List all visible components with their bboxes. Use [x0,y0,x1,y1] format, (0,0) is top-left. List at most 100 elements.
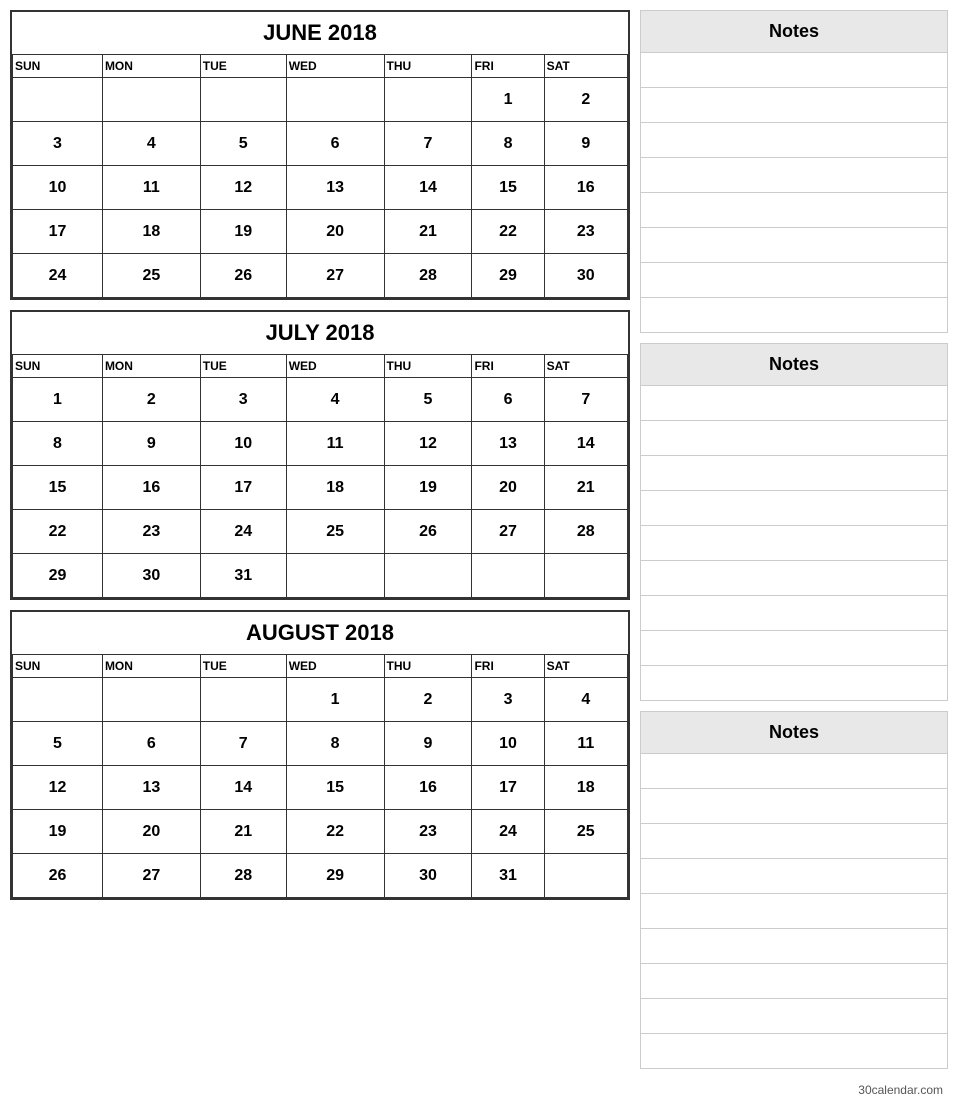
notes-line[interactable] [640,859,948,894]
day-cell: 7 [200,722,286,766]
calendar-title-july-2018: JULY 2018 [13,312,628,355]
day-cell: 2 [384,678,472,722]
day-header-tue: TUE [200,355,286,378]
day-cell: 18 [544,766,627,810]
day-cell: 10 [13,166,103,210]
notes-header-notes-june: Notes [640,10,948,53]
day-cell: 19 [200,210,286,254]
notes-line[interactable] [640,596,948,631]
day-header-sun: SUN [13,55,103,78]
notes-line[interactable] [640,666,948,701]
notes-line[interactable] [640,999,948,1034]
day-header-mon: MON [102,355,200,378]
notes-line[interactable] [640,421,948,456]
day-cell [384,78,472,122]
day-cell: 8 [13,422,103,466]
notes-line[interactable] [640,228,948,263]
notes-section-notes-june: Notes [640,10,948,333]
notes-line[interactable] [640,789,948,824]
notes-line[interactable] [640,386,948,421]
week-row: 10111213141516 [13,166,628,210]
day-cell [102,678,200,722]
day-cell: 4 [102,122,200,166]
day-cell: 15 [472,166,544,210]
day-cell: 8 [286,722,384,766]
notes-lines-notes-july [640,386,948,701]
week-row: 17181920212223 [13,210,628,254]
notes-line[interactable] [640,123,948,158]
day-cell: 21 [544,466,627,510]
notes-line[interactable] [640,1034,948,1069]
week-row: 24252627282930 [13,254,628,298]
calendar-june-2018: JUNE 2018SUNMONTUEWEDTHUFRISAT1234567891… [10,10,630,300]
notes-line[interactable] [640,754,948,789]
notes-line[interactable] [640,894,948,929]
day-cell: 25 [102,254,200,298]
day-cell: 23 [102,510,200,554]
notes-line[interactable] [640,456,948,491]
day-cell: 12 [13,766,103,810]
day-cell: 21 [200,810,286,854]
day-header-mon: MON [102,55,200,78]
day-cell: 26 [384,510,472,554]
day-cell: 16 [544,166,627,210]
day-cell: 30 [544,254,627,298]
notes-line[interactable] [640,631,948,666]
notes-line[interactable] [640,929,948,964]
day-cell [544,854,627,898]
day-cell: 20 [102,810,200,854]
week-row: 15161718192021 [13,466,628,510]
notes-line[interactable] [640,158,948,193]
day-cell: 1 [286,678,384,722]
day-cell: 16 [384,766,472,810]
day-cell: 22 [13,510,103,554]
notes-line[interactable] [640,53,948,88]
day-cell [384,554,472,598]
notes-line[interactable] [640,491,948,526]
week-row: 12131415161718 [13,766,628,810]
day-cell: 31 [472,854,544,898]
day-cell: 28 [200,854,286,898]
day-header-thu: THU [384,55,472,78]
calendars-column: JUNE 2018SUNMONTUEWEDTHUFRISAT1234567891… [10,10,630,1097]
notes-line[interactable] [640,824,948,859]
day-cell: 3 [13,122,103,166]
day-cell: 12 [200,166,286,210]
day-cell: 17 [472,766,544,810]
notes-section-notes-august: Notes [640,711,948,1069]
day-header-mon: MON [102,655,200,678]
day-cell: 17 [200,466,286,510]
day-cell: 16 [102,466,200,510]
notes-line[interactable] [640,526,948,561]
day-cell: 6 [286,122,384,166]
day-cell [286,78,384,122]
day-cell: 12 [384,422,472,466]
notes-line[interactable] [640,561,948,596]
day-cell: 23 [384,810,472,854]
notes-line[interactable] [640,263,948,298]
day-cell: 26 [200,254,286,298]
week-row: 1234 [13,678,628,722]
notes-line[interactable] [640,88,948,123]
day-cell [13,78,103,122]
notes-line[interactable] [640,964,948,999]
day-cell: 4 [544,678,627,722]
day-cell: 26 [13,854,103,898]
day-header-tue: TUE [200,55,286,78]
calendar-title-june-2018: JUNE 2018 [13,12,628,55]
day-cell: 18 [286,466,384,510]
notes-line[interactable] [640,298,948,333]
day-cell: 3 [200,378,286,422]
day-cell: 29 [13,554,103,598]
day-cell: 1 [472,78,544,122]
week-row: 3456789 [13,122,628,166]
page-wrapper: JUNE 2018SUNMONTUEWEDTHUFRISAT1234567891… [10,10,948,1097]
notes-line[interactable] [640,193,948,228]
day-header-sun: SUN [13,355,103,378]
day-header-thu: THU [384,355,472,378]
day-cell: 11 [102,166,200,210]
day-cell: 22 [472,210,544,254]
day-cell: 14 [544,422,627,466]
day-cell: 19 [384,466,472,510]
notes-header-notes-july: Notes [640,343,948,386]
